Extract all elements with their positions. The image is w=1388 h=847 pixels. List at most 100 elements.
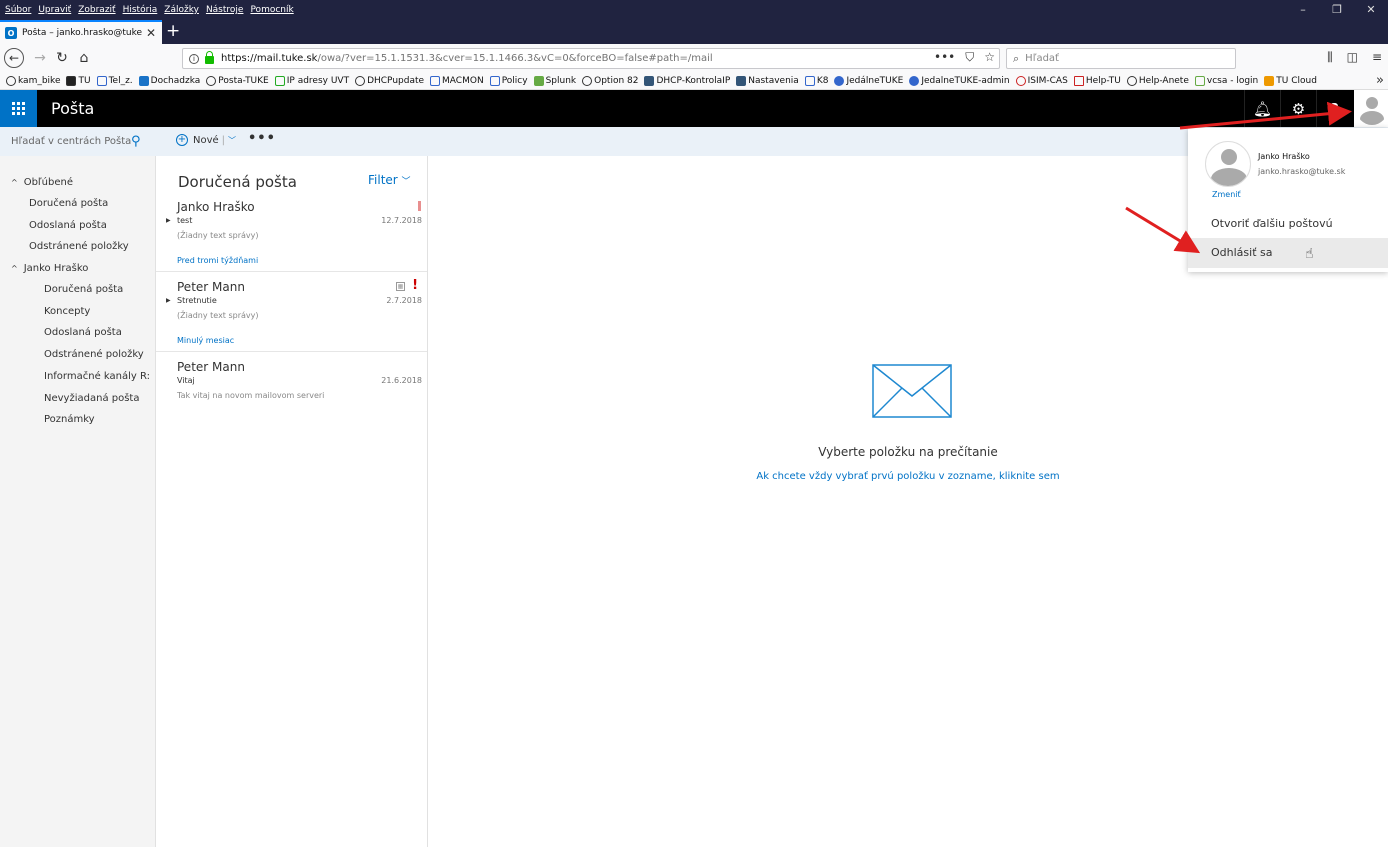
calendar-icon: ▦ bbox=[396, 282, 405, 291]
bookmark-item[interactable]: Posta-TUKE bbox=[206, 75, 269, 86]
help-icon[interactable]: ? bbox=[1316, 90, 1352, 127]
bookmark-icon bbox=[96, 75, 107, 86]
globe-icon bbox=[582, 75, 593, 86]
menu-history[interactable]: História bbox=[123, 5, 158, 15]
bookmark-icon bbox=[644, 75, 655, 86]
bell-icon[interactable]: 🔔︎ bbox=[1244, 90, 1280, 127]
bookmark-item[interactable]: K8 bbox=[804, 75, 828, 86]
bookmark-icon bbox=[533, 75, 544, 86]
bookmark-item[interactable]: DHCPupdate bbox=[355, 75, 424, 86]
app-launcher-icon[interactable] bbox=[0, 90, 37, 127]
message-item[interactable]: Peter Mann Vitaj 21.6.2018 Tak vitaj na … bbox=[156, 360, 427, 420]
sign-out-item[interactable]: Odhlásiť sa ☝ bbox=[1188, 238, 1388, 268]
empty-state-title: Vyberte položku na prečítanie bbox=[818, 445, 998, 459]
search-icon[interactable]: ⚲ bbox=[131, 134, 141, 149]
folder-item[interactable]: Doručená pošta bbox=[0, 193, 156, 215]
more-actions-icon[interactable]: ••• bbox=[248, 131, 276, 146]
reload-icon[interactable]: ↻ bbox=[52, 48, 72, 68]
forward-icon[interactable]: → bbox=[30, 48, 50, 68]
minimize-icon[interactable]: – bbox=[1286, 0, 1320, 20]
bookmark-icon bbox=[66, 75, 77, 86]
library-icon[interactable]: ⫼ bbox=[1327, 50, 1333, 65]
change-photo-link[interactable]: Zmeniť bbox=[1212, 190, 1241, 199]
message-item[interactable]: Janko Hraško ▶ test 12.7.2018 (Žiadny te… bbox=[156, 200, 427, 260]
bookmark-item[interactable]: Option 82 bbox=[582, 75, 638, 86]
bookmark-item[interactable]: vcsa - login bbox=[1194, 75, 1258, 86]
bookmark-item[interactable]: Splunk bbox=[533, 75, 576, 86]
chevron-down-icon[interactable]: ﹀ bbox=[228, 135, 236, 146]
menu-tools[interactable]: Nástroje bbox=[206, 5, 244, 15]
date-group-label: Minulý mesiac bbox=[177, 336, 235, 345]
folder-item[interactable]: Odoslaná pošta bbox=[0, 215, 156, 237]
list-title: Doručená pošta bbox=[178, 173, 297, 191]
bookmark-item[interactable]: DHCP-KontrolaIP bbox=[644, 75, 730, 86]
divider bbox=[156, 271, 427, 272]
close-tab-icon[interactable]: ✕ bbox=[146, 26, 156, 40]
sidebar-icon[interactable]: ◫ bbox=[1347, 50, 1358, 65]
bookmark-item[interactable]: ISIM-CAS bbox=[1015, 75, 1068, 86]
url-bar[interactable]: i https://mail.tuke.sk/owa/?ver=15.1.153… bbox=[182, 48, 1000, 69]
plus-icon: + bbox=[176, 134, 188, 146]
menu-edit[interactable]: Upraviť bbox=[38, 5, 71, 15]
folder-item[interactable]: Odstránené položky bbox=[0, 236, 156, 258]
folder-item[interactable]: Poznámky bbox=[0, 409, 156, 431]
expand-triangle-icon[interactable]: ▶ bbox=[166, 297, 171, 304]
bookmark-item[interactable]: Dochadzka bbox=[138, 75, 200, 86]
bookmark-item[interactable]: Nastavenia bbox=[736, 75, 799, 86]
bookmark-item[interactable]: Help-Anete bbox=[1126, 75, 1189, 86]
open-other-mailbox-item[interactable]: Otvoriť ďalšiu poštovú schránku... bbox=[1188, 209, 1388, 260]
folder-item[interactable]: Odoslaná pošta bbox=[0, 322, 156, 344]
filter-button[interactable]: Filter ﹀ bbox=[368, 173, 411, 187]
bookmark-item[interactable]: kam_bike bbox=[6, 75, 60, 86]
browser-tab[interactable]: O Pošta – janko.hrasko@tuke.sk ✕ bbox=[0, 20, 162, 44]
restore-icon[interactable]: ❐ bbox=[1320, 0, 1354, 20]
message-item[interactable]: Peter Mann ▦ ! ▶ Stretnutie 2.7.2018 (Ži… bbox=[156, 278, 427, 340]
globe-icon bbox=[1126, 75, 1137, 86]
browser-search-input[interactable]: ⌕ Hľadať bbox=[1006, 48, 1236, 69]
tab-title: Pošta – janko.hrasko@tuke.sk bbox=[22, 28, 142, 38]
folder-item[interactable]: Informačné kanály R: bbox=[0, 366, 156, 388]
folder-item[interactable]: Nevyžiadaná pošta bbox=[0, 388, 156, 410]
bookmark-item[interactable]: Help-TU bbox=[1073, 75, 1121, 86]
home-icon[interactable]: ⌂ bbox=[74, 48, 94, 68]
folder-item[interactable]: Koncepty bbox=[0, 301, 156, 323]
gear-icon[interactable]: ⚙ bbox=[1280, 90, 1316, 127]
folder-pane: Hľadať v centrách Pošta a... ⚲ ^Obľúbené… bbox=[0, 127, 156, 847]
account-group[interactable]: ^ Janko Hraško bbox=[0, 258, 156, 279]
menu-view[interactable]: Zobraziť bbox=[78, 5, 115, 15]
bookmark-item[interactable]: TU bbox=[66, 75, 91, 86]
bookmark-item[interactable]: JedalneTUKE-admin bbox=[909, 75, 1010, 86]
bookmark-item[interactable]: Tel_z. bbox=[96, 75, 133, 86]
avatar bbox=[1205, 141, 1251, 187]
bookmark-star-icon[interactable]: ☆ bbox=[984, 50, 995, 65]
globe-icon bbox=[355, 75, 366, 86]
select-first-item-link[interactable]: Ak chcete vždy vybrať prvú položku v zoz… bbox=[428, 471, 1388, 482]
hand-cursor-icon: ☝ bbox=[1305, 246, 1314, 262]
expand-triangle-icon[interactable]: ▶ bbox=[166, 217, 171, 224]
new-tab-icon[interactable]: + bbox=[166, 21, 180, 41]
page-actions-icon[interactable]: ••• bbox=[934, 50, 955, 65]
favorites-group[interactable]: ^ Obľúbené bbox=[0, 172, 156, 193]
bookmarks-overflow-icon[interactable]: » bbox=[1376, 72, 1384, 89]
menu-help[interactable]: Pomocník bbox=[250, 5, 293, 15]
close-window-icon[interactable]: ✕ bbox=[1354, 0, 1388, 20]
info-icon[interactable]: i bbox=[189, 53, 199, 64]
outlook-favicon-icon: O bbox=[5, 27, 17, 39]
menu-file[interactable]: Súbor bbox=[5, 5, 31, 15]
window-controls: – ❐ ✕ bbox=[1286, 0, 1388, 20]
bookmark-item[interactable]: IP adresy UVT bbox=[274, 75, 349, 86]
bookmark-item[interactable]: MACMON bbox=[430, 75, 484, 86]
bookmark-item[interactable]: TU Cloud bbox=[1264, 75, 1317, 86]
bookmark-item[interactable]: JedálneTUKE bbox=[834, 75, 903, 86]
menu-bookmarks[interactable]: Záložky bbox=[164, 5, 199, 15]
folder-item[interactable]: Odstránené položky bbox=[0, 344, 156, 366]
pocket-icon[interactable]: ⛉ bbox=[965, 50, 974, 65]
owa-header: Pošta 🔔︎ ⚙ ? bbox=[0, 90, 1388, 127]
mail-search-input[interactable]: Hľadať v centrách Pošta a... ⚲ bbox=[0, 127, 156, 156]
back-icon[interactable]: ← bbox=[4, 48, 24, 68]
avatar-button[interactable] bbox=[1354, 90, 1388, 127]
hamburger-menu-icon[interactable]: ≡ bbox=[1372, 50, 1382, 65]
new-message-button[interactable]: + Nové | ﹀ bbox=[176, 134, 236, 146]
bookmark-item[interactable]: Policy bbox=[489, 75, 528, 86]
folder-item[interactable]: Doručená pošta bbox=[0, 279, 156, 301]
